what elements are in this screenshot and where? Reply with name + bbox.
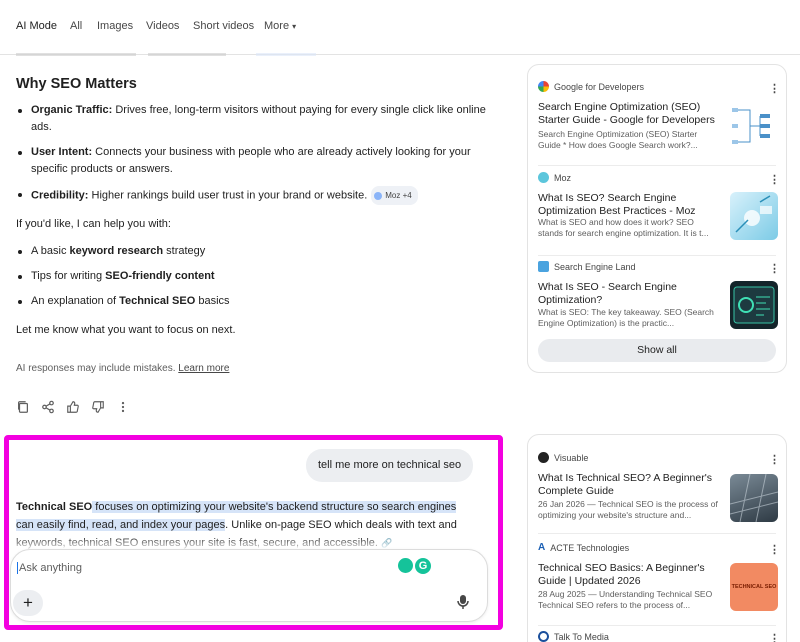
moz-icon — [538, 172, 549, 184]
source-title[interactable]: What Is Technical SEO? A Beginner's Comp… — [538, 472, 720, 497]
divider — [538, 255, 776, 256]
source-item[interactable]: Search Engine Land ⋮ What Is SEO - Searc… — [538, 261, 780, 334]
source-title[interactable]: What Is SEO? Search Engine Optimization … — [538, 192, 720, 217]
show-all-button[interactable]: Show all — [538, 339, 776, 362]
more-vert-icon[interactable]: ⋮ — [769, 82, 780, 95]
offer-text: If you'd like, I can help you with: — [16, 218, 171, 230]
more-vert-icon[interactable]: ⋮ — [769, 262, 780, 275]
source-snippet: What is SEO: The key takeaway. SEO (Sear… — [538, 307, 714, 328]
tab-short-videos[interactable]: Short videos — [193, 20, 254, 32]
source-site-name: Talk To Media — [554, 632, 609, 642]
share-icon[interactable] — [41, 400, 55, 414]
bullet-term: Credibility: — [31, 189, 89, 202]
bullet-text: Connects your business with people who a… — [31, 146, 471, 175]
source-title[interactable]: What Is SEO - Search Engine Optimization… — [538, 281, 720, 306]
source-site: Talk To Media — [538, 631, 609, 642]
copy-icon[interactable] — [16, 400, 30, 414]
tab-videos[interactable]: Videos — [146, 20, 179, 32]
list-item: Credibility: Higher rankings build user … — [16, 186, 486, 205]
list-item: Organic Traffic: Drives free, long-term … — [16, 102, 486, 136]
top-nav: AI Mode All Images Videos Short videos M… — [0, 0, 800, 55]
thumbnail-text: TECHNICAL SEO — [731, 584, 777, 590]
section-heading: Why SEO Matters — [16, 76, 137, 92]
learn-more-link[interactable]: Learn more — [178, 363, 229, 374]
offer-pre: An explanation of — [31, 295, 120, 307]
source-site: Moz — [538, 172, 572, 187]
source-chip-label: Moz +4 — [385, 191, 412, 200]
tab-more-label: More — [264, 20, 290, 32]
offer-post: basics — [195, 295, 230, 307]
source-item[interactable]: A ACTE Technologies ⋮ Technical SEO Basic… — [538, 542, 780, 621]
offer-post: strategy — [163, 245, 206, 257]
source-title[interactable]: Technical SEO Basics: A Beginner's Guide… — [538, 562, 720, 587]
source-item[interactable]: Moz ⋮ What Is SEO? Search Engine Optimiz… — [538, 172, 780, 251]
more-vert-icon[interactable]: ⋮ — [769, 173, 780, 186]
closing-text: Let me know what you want to focus on ne… — [16, 324, 236, 336]
source-site: Visuable — [538, 452, 589, 467]
bullet-term: Organic Traffic: — [31, 104, 113, 116]
divider — [538, 533, 776, 534]
source-snippet: 26 Jan 2026 — Technical SEO is the proce… — [538, 499, 718, 520]
offer-bold: keyword research — [69, 245, 164, 257]
moz-icon — [374, 191, 383, 200]
source-site-name: Search Engine Land — [554, 262, 636, 272]
source-site-name: Visuable — [554, 453, 589, 463]
disclaimer: AI responses may include mistakes. Learn… — [16, 363, 229, 374]
more-vert-icon[interactable]: ⋮ — [769, 632, 780, 642]
sources-card-2: Visuable ⋮ What Is Technical SEO? A Begi… — [527, 434, 787, 642]
source-thumbnail: TECHNICAL SEO — [730, 563, 778, 611]
source-item[interactable]: Visuable ⋮ What Is Technical SEO? A Begi… — [538, 452, 780, 531]
source-thumbnail — [730, 102, 778, 150]
offer-bold: SEO-friendly content — [105, 270, 215, 282]
tab-all[interactable]: All — [70, 20, 82, 32]
list-item: A basic keyword research strategy — [16, 243, 486, 260]
thumbs-down-icon[interactable] — [91, 400, 105, 414]
offer-bold: Technical SEO — [119, 295, 196, 307]
clipped-previous-line — [16, 50, 316, 56]
source-thumbnail — [730, 281, 778, 329]
highlight-frame — [4, 435, 503, 630]
tab-ai-mode[interactable]: AI Mode — [16, 20, 57, 32]
bullet-term: User Intent: — [31, 146, 93, 158]
divider — [538, 625, 776, 626]
more-vert-icon[interactable] — [116, 400, 130, 414]
source-site-name: ACTE Technologies — [550, 543, 630, 553]
source-site: A ACTE Technologies — [538, 542, 630, 557]
tab-more[interactable]: More ▾ — [264, 20, 296, 32]
source-thumbnail — [730, 192, 778, 240]
source-chip[interactable]: Moz +4 — [371, 186, 418, 205]
sources-card: Google for Developers ⋮ Search Engine Op… — [527, 64, 787, 373]
talk-to-media-icon — [538, 631, 549, 642]
bullet-text: Higher rankings build user trust in your… — [88, 189, 368, 202]
source-title[interactable]: Search Engine Optimization (SEO) Starter… — [538, 101, 720, 126]
offer-pre: Tips for writing — [31, 270, 106, 282]
source-site: Search Engine Land — [538, 261, 636, 276]
google-icon — [538, 81, 549, 93]
source-item[interactable]: Google for Developers ⋮ Search Engine Op… — [538, 81, 780, 160]
source-item[interactable]: Talk To Media ⋮ — [538, 631, 780, 642]
source-snippet: What is SEO and how does it work? SEO st… — [538, 217, 709, 238]
search-engine-land-icon — [538, 261, 549, 273]
source-snippet: Search Engine Optimization (SEO) Starter… — [538, 129, 698, 150]
source-site-name: Google for Developers — [554, 82, 645, 92]
source-snippet: 28 Aug 2025 — Understanding Technical SE… — [538, 589, 713, 610]
offer-pre: A basic — [31, 245, 70, 257]
acte-icon: A — [538, 542, 546, 554]
list-item: User Intent: Connects your business with… — [16, 144, 486, 178]
source-site: Google for Developers — [538, 81, 645, 96]
disclaimer-text: AI responses may include mistakes. — [16, 363, 176, 374]
visuable-icon — [538, 452, 549, 464]
more-vert-icon[interactable]: ⋮ — [769, 543, 780, 556]
reasons-list: Organic Traffic: Drives free, long-term … — [16, 102, 486, 213]
list-item: Tips for writing SEO-friendly content — [16, 268, 486, 285]
source-site-name: Moz — [554, 173, 572, 183]
divider — [538, 165, 776, 166]
tab-images[interactable]: Images — [97, 20, 133, 32]
offers-list: A basic keyword research strategy Tips f… — [16, 243, 486, 318]
more-vert-icon[interactable]: ⋮ — [769, 453, 780, 466]
source-thumbnail — [730, 474, 778, 522]
chevron-down-icon: ▾ — [292, 22, 297, 31]
list-item: An explanation of Technical SEO basics — [16, 293, 486, 310]
thumbs-up-icon[interactable] — [66, 400, 80, 414]
